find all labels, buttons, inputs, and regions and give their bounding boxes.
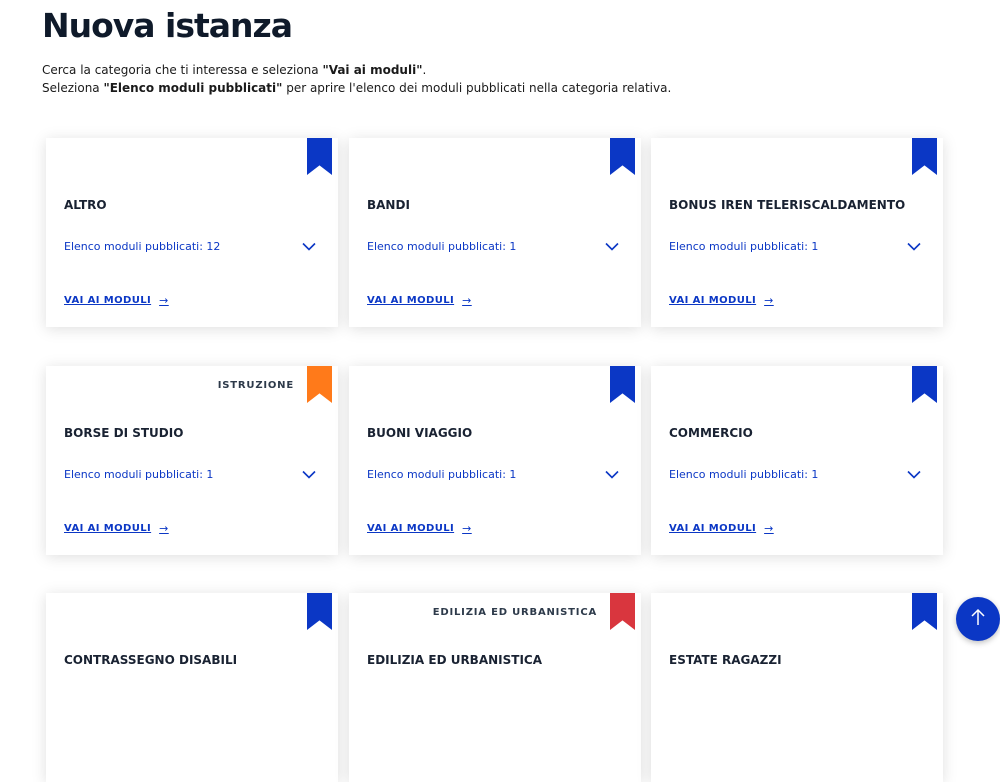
- go-to-modules-link[interactable]: VAI AI MODULI →: [669, 522, 774, 535]
- chevron-down-icon: [302, 242, 316, 251]
- bookmark-ribbon-icon: [307, 593, 332, 630]
- arrow-right-icon: →: [764, 522, 774, 535]
- bookmark-ribbon-icon: [912, 366, 937, 403]
- go-to-modules-label: VAI AI MODULI: [367, 295, 455, 306]
- go-to-modules-link[interactable]: VAI AI MODULI →: [367, 294, 472, 307]
- arrow-right-icon: →: [462, 522, 472, 535]
- intro-line-2-bold: "Elenco moduli pubblicati": [103, 81, 283, 95]
- published-modules-toggle[interactable]: Elenco moduli pubblicati: 1: [64, 468, 316, 481]
- category-title: EDILIZIA ED URBANISTICA: [367, 653, 543, 667]
- chevron-down-icon: [302, 470, 316, 479]
- intro-line-2-text: Seleziona: [42, 81, 104, 95]
- published-modules-count: Elenco moduli pubblicati: 1: [669, 240, 819, 253]
- published-modules-count: Elenco moduli pubblicati: 1: [64, 468, 214, 481]
- intro-line-1-end: .: [422, 63, 427, 77]
- published-modules-toggle[interactable]: Elenco moduli pubblicati: 1: [669, 240, 921, 253]
- arrow-right-icon: →: [764, 294, 774, 307]
- intro-line-2-end: per aprire l'elenco dei moduli pubblicat…: [282, 81, 672, 95]
- bookmark-ribbon-icon: [912, 593, 937, 630]
- category-title: COMMERCIO: [669, 426, 753, 440]
- go-to-modules-link[interactable]: VAI AI MODULI →: [64, 522, 169, 535]
- category-title: ESTATE RAGAZZI: [669, 653, 782, 667]
- go-to-modules-label: VAI AI MODULI: [64, 295, 152, 306]
- topic-label: ISTRUZIONE: [217, 380, 294, 391]
- category-title: BORSE DI STUDIO: [64, 426, 184, 440]
- published-modules-count: Elenco moduli pubblicati: 1: [669, 468, 819, 481]
- category-card: BUONI VIAGGIO Elenco moduli pubblicati: …: [349, 366, 641, 555]
- go-to-modules-label: VAI AI MODULI: [669, 295, 757, 306]
- published-modules-toggle[interactable]: Elenco moduli pubblicati: 1: [367, 468, 619, 481]
- category-card: ALTRO Elenco moduli pubblicati: 12 VAI A…: [46, 138, 338, 327]
- intro-text: Cerca la categoria che ti interessa e se…: [42, 61, 671, 97]
- category-title: BUONI VIAGGIO: [367, 426, 473, 440]
- go-to-modules-link[interactable]: VAI AI MODULI →: [669, 294, 774, 307]
- category-card: EDILIZIA ED URBANISTICA EDILIZIA ED URBA…: [349, 593, 641, 782]
- category-card: BONUS IREN TELERISCALDAMENTO Elenco modu…: [651, 138, 943, 327]
- chevron-down-icon: [605, 242, 619, 251]
- published-modules-count: Elenco moduli pubblicati: 12: [64, 240, 221, 253]
- category-card: ISTRUZIONE BORSE DI STUDIO Elenco moduli…: [46, 366, 338, 555]
- page-title: Nuova istanza: [42, 6, 293, 45]
- category-card: BANDI Elenco moduli pubblicati: 1 VAI AI…: [349, 138, 641, 327]
- intro-line-1: Cerca la categoria che ti interessa e se…: [42, 61, 671, 79]
- arrow-right-icon: →: [462, 294, 472, 307]
- chevron-down-icon: [605, 470, 619, 479]
- intro-line-2: Seleziona "Elenco moduli pubblicati" per…: [42, 79, 671, 97]
- go-to-modules-link[interactable]: VAI AI MODULI →: [64, 294, 169, 307]
- go-to-modules-label: VAI AI MODULI: [669, 523, 757, 534]
- arrow-up-icon: [971, 608, 985, 630]
- category-title: ALTRO: [64, 198, 107, 212]
- category-title: BANDI: [367, 198, 410, 212]
- published-modules-count: Elenco moduli pubblicati: 1: [367, 240, 517, 253]
- published-modules-toggle[interactable]: Elenco moduli pubblicati: 1: [669, 468, 921, 481]
- bookmark-ribbon-icon: [307, 366, 332, 403]
- arrow-right-icon: →: [159, 522, 169, 535]
- bookmark-ribbon-icon: [610, 366, 635, 403]
- category-title: BONUS IREN TELERISCALDAMENTO: [669, 198, 906, 212]
- intro-line-1-bold: "Vai ai moduli": [322, 63, 423, 77]
- go-to-modules-link[interactable]: VAI AI MODULI →: [367, 522, 472, 535]
- chevron-down-icon: [907, 242, 921, 251]
- go-to-modules-label: VAI AI MODULI: [367, 523, 455, 534]
- category-card: COMMERCIO Elenco moduli pubblicati: 1 VA…: [651, 366, 943, 555]
- category-card: CONTRASSEGNO DISABILI: [46, 593, 338, 782]
- intro-line-1-text: Cerca la categoria che ti interessa e se…: [42, 63, 323, 77]
- category-title: CONTRASSEGNO DISABILI: [64, 653, 238, 667]
- category-card: ESTATE RAGAZZI: [651, 593, 943, 782]
- chevron-down-icon: [907, 470, 921, 479]
- bookmark-ribbon-icon: [912, 138, 937, 175]
- back-to-top-button[interactable]: [956, 597, 1000, 641]
- bookmark-ribbon-icon: [610, 593, 635, 630]
- published-modules-count: Elenco moduli pubblicati: 1: [367, 468, 517, 481]
- bookmark-ribbon-icon: [307, 138, 332, 175]
- bookmark-ribbon-icon: [610, 138, 635, 175]
- go-to-modules-label: VAI AI MODULI: [64, 523, 152, 534]
- arrow-right-icon: →: [159, 294, 169, 307]
- topic-label: EDILIZIA ED URBANISTICA: [432, 607, 597, 618]
- published-modules-toggle[interactable]: Elenco moduli pubblicati: 12: [64, 240, 316, 253]
- published-modules-toggle[interactable]: Elenco moduli pubblicati: 1: [367, 240, 619, 253]
